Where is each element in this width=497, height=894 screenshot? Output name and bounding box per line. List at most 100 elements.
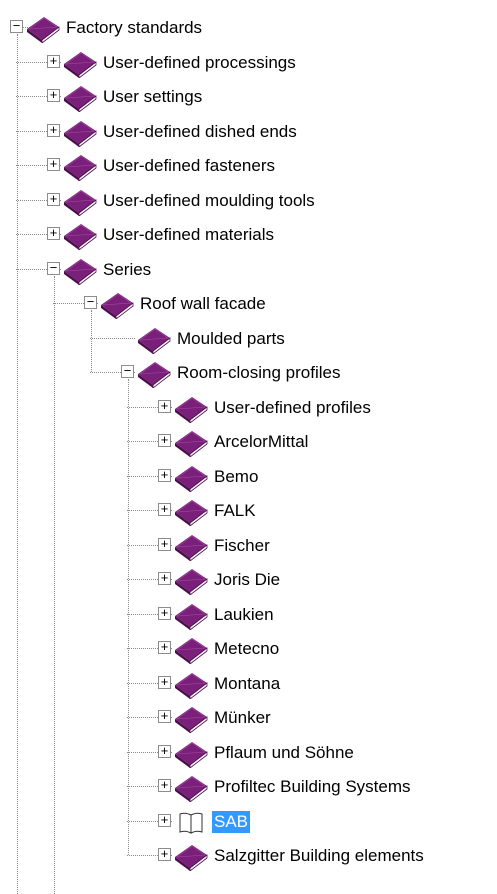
tree-node[interactable]: − Factory standards (0, 11, 497, 45)
expand-icon[interactable]: + (47, 54, 60, 68)
tree-node-label[interactable]: Series (101, 259, 153, 281)
expand-icon[interactable]: + (158, 710, 171, 723)
tree-node-label[interactable]: Bemo (212, 466, 260, 488)
book-icon (172, 841, 210, 872)
tree-node[interactable]: + Profiltec Building Systems (0, 770, 497, 804)
tree-node-label[interactable]: Münker (212, 707, 273, 729)
collapse-icon[interactable]: − (10, 20, 23, 33)
book-icon (172, 669, 210, 700)
expand-icon[interactable]: + (158, 434, 171, 447)
book-icon (172, 634, 210, 665)
book-icon (172, 738, 210, 769)
tree-node[interactable]: + ArcelorMittal (0, 425, 497, 459)
tree-node-label[interactable]: Moulded parts (175, 328, 287, 350)
tree-node[interactable]: + Montana (0, 667, 497, 701)
collapse-icon[interactable]: − (47, 261, 60, 275)
tree-node[interactable]: + Laukien (0, 598, 497, 632)
tree-node[interactable]: + SAB (0, 805, 497, 839)
tree-node[interactable]: + User-defined moulding tools (0, 184, 497, 218)
collapse-icon[interactable]: − (84, 296, 97, 309)
expand-icon[interactable]: + (158, 537, 171, 551)
tree-node[interactable]: Moulded parts (0, 322, 497, 356)
tree-node-label[interactable]: User-defined moulding tools (101, 190, 317, 212)
tree-node-label[interactable]: FALK (212, 500, 258, 522)
tree-node[interactable]: + User-defined materials (0, 218, 497, 252)
tree-node-label[interactable]: Joris Die (212, 569, 282, 591)
tree-node[interactable]: + Fischer (0, 529, 497, 563)
tree-node-label[interactable]: Montana (212, 673, 282, 695)
tree-node-label[interactable]: Laukien (212, 604, 276, 626)
tree-node[interactable]: + Münker (0, 701, 497, 735)
tree-node-label[interactable]: User-defined processings (101, 52, 298, 74)
expand-icon[interactable]: + (158, 503, 171, 516)
tree-node-label-selected[interactable]: SAB (212, 810, 251, 833)
tree-node-label[interactable]: ArcelorMittal (212, 431, 310, 453)
book-icon (135, 358, 173, 389)
tree-node[interactable]: + FALK (0, 494, 497, 528)
tree-node-label[interactable]: Roof wall facade (138, 293, 268, 315)
tree-node-label[interactable]: User-defined fasteners (101, 155, 277, 177)
tree-node[interactable]: + Pflaum und Söhne (0, 736, 497, 770)
book-icon (135, 324, 173, 355)
tree-connector-horizontal (90, 337, 135, 339)
tree-node[interactable]: + User-defined dished ends (0, 115, 497, 149)
tree-node[interactable]: + Bemo (0, 460, 497, 494)
expand-icon[interactable]: + (158, 675, 171, 689)
tree-node[interactable]: − Series (0, 253, 497, 287)
tree-node-label[interactable]: Metecno (212, 638, 281, 660)
tree-node-label[interactable]: User-defined dished ends (101, 121, 299, 143)
tree-node-label[interactable]: Pflaum und Söhne (212, 742, 356, 764)
book-icon (172, 462, 210, 493)
tree-node-label[interactable]: Factory standards (64, 17, 204, 39)
tree-node[interactable]: + User-defined fasteners (0, 149, 497, 183)
catalog-tree-view[interactable]: − Factory standards + User-defined processi… (0, 0, 497, 894)
expand-icon[interactable]: + (158, 468, 171, 482)
tree-node-label[interactable]: Fischer (212, 535, 272, 557)
book-icon (61, 186, 99, 217)
book-icon (61, 117, 99, 148)
expand-icon[interactable]: + (47, 89, 60, 102)
expand-icon[interactable]: + (158, 779, 171, 792)
expand-icon[interactable]: + (158, 813, 171, 827)
tree-node-label[interactable]: User settings (101, 86, 204, 108)
book-icon (172, 427, 210, 458)
book-icon (61, 48, 99, 79)
tree-node[interactable]: + Metecno (0, 632, 497, 666)
book-icon (172, 600, 210, 631)
book-icon (61, 220, 99, 251)
collapse-icon[interactable]: − (121, 365, 134, 378)
tree-node-label[interactable]: Room-closing profiles (175, 362, 342, 384)
book-icon (172, 772, 210, 803)
expand-icon[interactable]: + (47, 192, 60, 206)
book-icon (98, 289, 136, 320)
tree-node-label[interactable]: Profiltec Building Systems (212, 776, 413, 798)
book-icon (61, 151, 99, 182)
book-icon (24, 13, 62, 44)
tree-node-label[interactable]: User-defined materials (101, 224, 276, 246)
book-icon (61, 82, 99, 113)
book-icon (172, 703, 210, 734)
book-icon (172, 565, 210, 596)
expand-icon[interactable]: + (47, 158, 60, 171)
book-icon (172, 393, 210, 424)
expand-icon[interactable]: + (47, 123, 60, 137)
tree-node-label[interactable]: Salzgitter Building elements (212, 845, 426, 867)
expand-icon[interactable]: + (158, 744, 171, 758)
book-icon (172, 496, 210, 527)
expand-icon[interactable]: + (158, 572, 171, 585)
book-icon (172, 531, 210, 562)
tree-node[interactable]: + Joris Die (0, 563, 497, 597)
tree-node[interactable]: + Salzgitter Building elements (0, 839, 497, 873)
expand-icon[interactable]: + (158, 848, 171, 861)
expand-icon[interactable]: + (47, 227, 60, 240)
tree-node[interactable]: + User settings (0, 80, 497, 114)
tree-node[interactable]: + User-defined profiles (0, 391, 497, 425)
tree-node[interactable]: − Roof wall facade (0, 287, 497, 321)
expand-icon[interactable]: + (158, 641, 171, 654)
tree-node-label[interactable]: User-defined profiles (212, 397, 373, 419)
expand-icon[interactable]: + (158, 399, 171, 413)
expand-icon[interactable]: + (158, 606, 171, 620)
tree-node[interactable]: − Room-closing profiles (0, 356, 497, 390)
tree-node[interactable]: + User-defined processings (0, 46, 497, 80)
book-icon (61, 255, 99, 286)
